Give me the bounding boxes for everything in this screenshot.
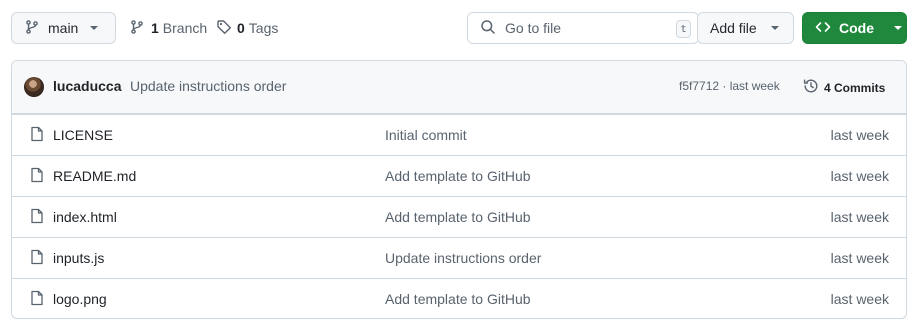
file-icon: [29, 249, 45, 268]
file-name-link[interactable]: LICENSE: [53, 127, 113, 143]
branch-name: main: [48, 20, 79, 36]
tags-label: Tags: [248, 20, 279, 36]
file-name-link[interactable]: index.html: [53, 209, 117, 225]
file-commit-date: last week: [830, 291, 889, 307]
repo-toolbar: main 1 Branch 0 Tags Go to file t Add fi…: [11, 12, 907, 44]
file-name-link[interactable]: README.md: [53, 168, 136, 184]
tag-icon: [216, 19, 232, 38]
code-icon: [815, 19, 831, 38]
keyboard-shortcut-badge: t: [676, 20, 691, 38]
file-icon: [29, 167, 45, 186]
add-file-button[interactable]: Add file: [697, 12, 794, 44]
tags-link[interactable]: 0 Tags: [216, 12, 278, 44]
file-commit-date: last week: [830, 250, 889, 266]
chevron-down-icon: [90, 26, 99, 30]
commits-count: 4 Commits: [824, 80, 886, 95]
file-commit-date: last week: [830, 168, 889, 184]
file-icon: [29, 126, 45, 145]
file-commit-message-link[interactable]: Add template to GitHub: [385, 291, 531, 307]
file-name-link[interactable]: inputs.js: [53, 250, 104, 266]
file-row[interactable]: logo.png Add template to GitHub last wee…: [12, 278, 906, 318]
file-commit-message-link[interactable]: Add template to GitHub: [385, 168, 531, 184]
file-commit-date: last week: [830, 209, 889, 225]
latest-commit-bar: lucaducca Update instructions order f5f7…: [12, 61, 906, 114]
code-button[interactable]: Code: [802, 12, 907, 44]
branches-count: 1: [151, 20, 159, 36]
branches-label: Branch: [162, 20, 208, 36]
commit-message-link[interactable]: Update instructions order: [130, 78, 286, 94]
add-file-label: Add file: [710, 20, 757, 36]
git-branch-icon: [129, 19, 145, 38]
file-row[interactable]: LICENSE Initial commit last week: [12, 114, 906, 155]
file-row[interactable]: inputs.js Update instructions order last…: [12, 237, 906, 278]
file-commit-message-link[interactable]: Add template to GitHub: [385, 209, 531, 225]
file-commit-message-link[interactable]: Update instructions order: [385, 250, 541, 266]
chevron-down-icon: [894, 26, 902, 30]
git-branch-icon: [24, 19, 40, 38]
go-to-file-input[interactable]: Go to file t: [467, 12, 699, 44]
tags-count: 0: [237, 20, 245, 36]
file-icon: [29, 290, 45, 309]
search-placeholder: Go to file: [505, 20, 562, 36]
file-commit-date: last week: [830, 127, 889, 143]
file-commit-message-link[interactable]: Initial commit: [385, 127, 467, 143]
history-icon: [803, 78, 819, 97]
commits-link[interactable]: 4 Commits: [803, 78, 885, 97]
avatar[interactable]: [24, 77, 44, 97]
branches-link[interactable]: 1 Branch: [129, 12, 207, 44]
code-label: Code: [839, 20, 874, 36]
commit-hash-time[interactable]: f5f7712 · last week: [679, 79, 780, 93]
branch-select-button[interactable]: main: [11, 12, 116, 44]
chevron-down-icon: [770, 26, 779, 30]
file-row[interactable]: index.html Add template to GitHub last w…: [12, 196, 906, 237]
commit-author-link[interactable]: lucaducca: [53, 78, 121, 94]
file-icon: [29, 208, 45, 227]
file-row[interactable]: README.md Add template to GitHub last we…: [12, 155, 906, 196]
file-list: lucaducca Update instructions order f5f7…: [11, 60, 907, 319]
file-name-link[interactable]: logo.png: [53, 291, 107, 307]
search-icon: [480, 19, 496, 38]
